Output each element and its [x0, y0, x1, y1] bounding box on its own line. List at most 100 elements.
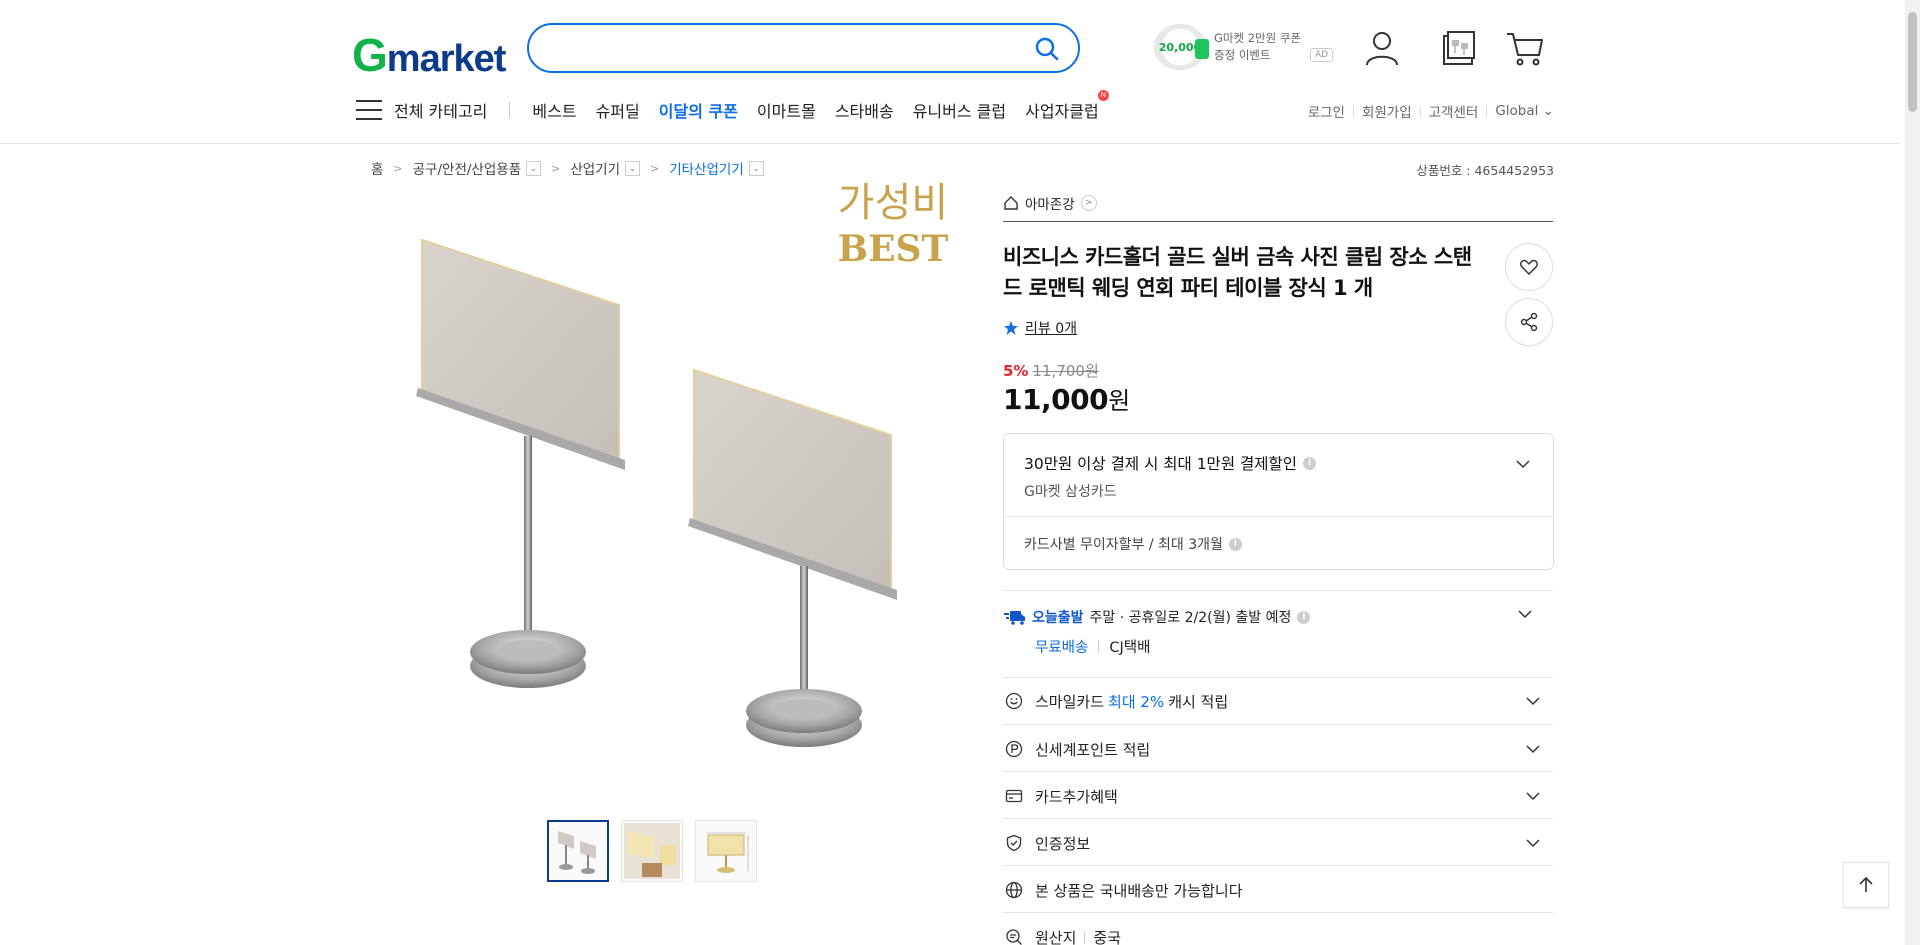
- benefit-suffix: 캐시 적립: [1168, 692, 1229, 711]
- nav-item-business-club[interactable]: 사업자클럽 N: [1025, 90, 1109, 122]
- share-button[interactable]: [1505, 298, 1553, 346]
- share-icon: [1520, 312, 1538, 332]
- search-input[interactable]: [549, 33, 1009, 63]
- benefit-smilecard[interactable]: 스마일카드 최대 2% 캐시 적립: [1003, 690, 1553, 712]
- cart-icon[interactable]: [1505, 28, 1545, 68]
- info-icon[interactable]: i: [1297, 610, 1311, 624]
- nav-item-star-delivery[interactable]: 스타배송: [835, 98, 894, 122]
- gmarket-logo[interactable]: Gmarket: [352, 28, 506, 82]
- promo-line2: 증정 이벤트: [1214, 48, 1271, 62]
- smile-icon: [1005, 692, 1023, 710]
- value-best-badge: 가성비 BEST: [833, 180, 953, 272]
- today-ship-label: 오늘출발: [1032, 610, 1084, 626]
- breadcrumb-separator-icon: >: [393, 161, 403, 175]
- domestic-shipping-notice: 본 상품은 국내배송만 가능합니다: [1003, 879, 1553, 901]
- scroll-top-button[interactable]: [1843, 862, 1889, 908]
- logo-g: G: [352, 29, 388, 81]
- discount-row: 5% 11,700원: [1003, 360, 1099, 381]
- breadcrumb-item-current[interactable]: 기타산업기기: [669, 158, 744, 178]
- chevron-down-icon[interactable]: ⌄: [625, 160, 641, 176]
- heart-icon: [1520, 259, 1538, 276]
- benefit-card-extra[interactable]: 카드추가혜택: [1003, 785, 1553, 807]
- search-box[interactable]: [527, 23, 1080, 73]
- customer-center-link[interactable]: 고객센터: [1429, 101, 1479, 121]
- breadcrumb: 홈 > 공구/안전/산업용품 ⌄ > 산업기기 ⌄ > 기타산업기기 ⌄: [371, 158, 764, 178]
- global-dropdown[interactable]: Global ⌄: [1495, 103, 1554, 119]
- free-shipping: 무료배송: [1035, 640, 1089, 656]
- badge-line2: BEST: [837, 228, 949, 270]
- divider: [1003, 590, 1553, 591]
- origin-label: 원산지: [1035, 928, 1077, 945]
- carrier-name: CJ택배: [1109, 640, 1151, 656]
- ship-schedule: 주말 · 공휴일로 2/2(월) 출발 예정: [1089, 610, 1292, 626]
- nav-item-emart[interactable]: 이마트몰: [757, 98, 816, 122]
- breadcrumb-item-industrial[interactable]: 산업기기: [570, 158, 620, 178]
- thumbnail-strip: [547, 820, 757, 882]
- divider: [1003, 771, 1553, 772]
- login-link[interactable]: 로그인: [1308, 101, 1345, 121]
- promo-line1: G마켓 2만원 쿠폰: [1214, 31, 1302, 45]
- chevron-right-icon: >: [1080, 195, 1097, 211]
- main-nav: 전체 카테고리 베스트 슈퍼딜 이달의 쿠폰 이마트몰 스타배송 유니버스 클럽…: [356, 90, 1118, 122]
- shield-icon: [1006, 834, 1022, 852]
- recent-items-icon[interactable]: [1438, 28, 1478, 68]
- origin-info: 원산지 중국: [1003, 926, 1553, 945]
- card-offer-subtitle: G마켓 삼성카드: [1024, 484, 1117, 500]
- utility-links: 로그인 회원가입 고객센터 Global ⌄: [1308, 101, 1554, 121]
- nav-item-universe-club[interactable]: 유니버스 클럽: [913, 98, 1006, 122]
- thumbnail-3[interactable]: [695, 820, 757, 882]
- info-icon[interactable]: i: [1303, 456, 1317, 470]
- ad-badge: AD: [1310, 48, 1334, 62]
- benefit-label: 카드추가혜택: [1035, 787, 1118, 806]
- chevron-down-icon[interactable]: [1517, 606, 1533, 622]
- chevron-down-icon[interactable]: ⌄: [526, 160, 542, 176]
- home-icon: [1004, 196, 1018, 210]
- all-categories-link[interactable]: 전체 카테고리: [394, 98, 487, 122]
- new-badge: N: [1097, 90, 1109, 101]
- nav-item-superdeal[interactable]: 슈퍼딜: [596, 98, 640, 122]
- coupon-promo-banner[interactable]: 20,000 G마켓 2만원 쿠폰 증정 이벤트: [1154, 24, 1301, 70]
- signup-link[interactable]: 회원가입: [1362, 101, 1412, 121]
- sale-price: 11,000원: [1003, 381, 1130, 416]
- chevron-down-icon: [1526, 792, 1540, 801]
- benefit-label: 스마일카드: [1035, 692, 1105, 711]
- divider: [1003, 912, 1553, 913]
- search-icon[interactable]: [1034, 36, 1060, 62]
- globe-icon: [1005, 881, 1023, 899]
- benefit-label: 신세계포인트 적립: [1035, 740, 1151, 759]
- price-number: 11,000: [1003, 383, 1109, 416]
- breadcrumb-home[interactable]: 홈: [371, 158, 383, 178]
- installment-info: 카드사별 무이자할부 / 최대 3개월: [1024, 537, 1223, 553]
- coupon-coin-icon: 20,000: [1154, 24, 1209, 70]
- user-icon[interactable]: [1362, 28, 1402, 68]
- divider: [1003, 724, 1553, 725]
- nav-item-monthly-coupon[interactable]: 이달의 쿠폰: [659, 98, 738, 122]
- page-scrollbar[interactable]: [1905, 0, 1920, 945]
- breadcrumb-separator-icon: >: [650, 161, 660, 175]
- original-price: 11,700원: [1032, 362, 1099, 380]
- certification-info[interactable]: 인증정보: [1003, 832, 1553, 854]
- chevron-down-icon[interactable]: ⌄: [748, 160, 764, 176]
- thumbnail-1[interactable]: [547, 820, 609, 882]
- menu-icon[interactable]: [356, 100, 382, 120]
- shop-link[interactable]: 아마존강 >: [1003, 193, 1097, 213]
- nav-item-business-club-label: 사업자클럽: [1025, 102, 1099, 121]
- info-icon[interactable]: i: [1228, 537, 1242, 551]
- shop-name: 아마존강: [1025, 197, 1075, 213]
- card-offer-title: 30만원 이상 결제 시 최대 1만원 결제할인: [1024, 455, 1298, 473]
- search-doc-icon: [1006, 929, 1022, 945]
- scrollbar-thumb[interactable]: [1908, 12, 1917, 112]
- nav-item-best[interactable]: 베스트: [532, 98, 576, 122]
- review-link[interactable]: 리뷰 0개: [1003, 318, 1077, 338]
- price-unit: 원: [1108, 387, 1130, 415]
- breadcrumb-item-tools[interactable]: 공구/안전/산업용품: [413, 158, 521, 178]
- wishlist-button[interactable]: [1505, 243, 1553, 291]
- fast-delivery-icon: [1004, 611, 1025, 625]
- nav-divider: [509, 102, 511, 118]
- product-title: 비즈니스 카드홀더 골드 실버 금속 사진 클립 장소 스탠드 로맨틱 웨딩 연…: [1003, 245, 1472, 300]
- card-discount-box[interactable]: 30만원 이상 결제 시 최대 1만원 결제할인 i G마켓 삼성카드 카드사별 …: [1003, 433, 1554, 570]
- thumbnail-2[interactable]: [621, 820, 683, 882]
- breadcrumb-separator-icon: >: [551, 161, 561, 175]
- chevron-down-icon[interactable]: [1515, 456, 1531, 472]
- benefit-shinsegae-point[interactable]: 신세계포인트 적립: [1003, 738, 1553, 760]
